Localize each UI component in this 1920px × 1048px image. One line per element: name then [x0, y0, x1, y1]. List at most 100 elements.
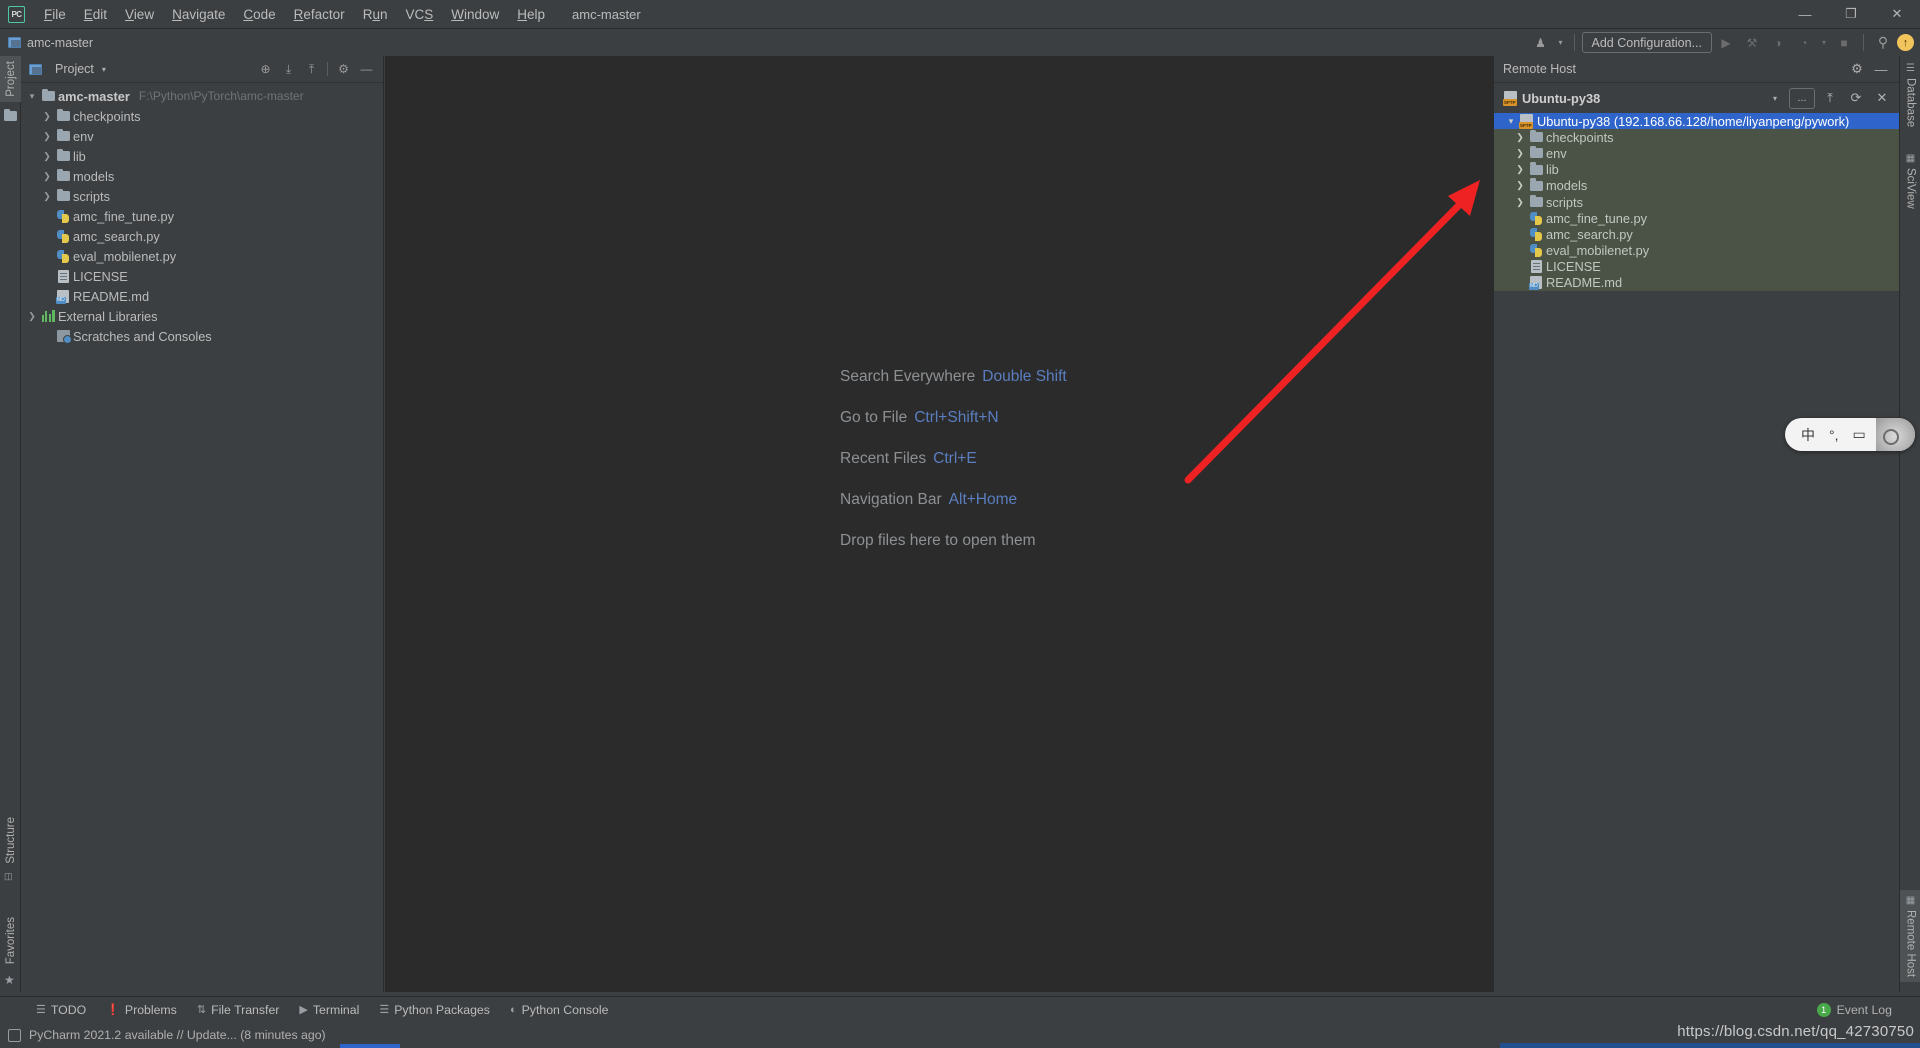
- run-icon[interactable]: ▶: [1714, 32, 1738, 54]
- ime-toolbox-button[interactable]: ▭: [1853, 426, 1866, 443]
- chevron-right-icon[interactable]: ❯: [25, 311, 39, 322]
- ime-punctuation-button[interactable]: °,: [1829, 427, 1839, 443]
- remote-tree-row-amc-fine-tune[interactable]: ❯ amc_fine_tune.py: [1494, 210, 1899, 226]
- remote-tree-row-scripts[interactable]: ❯ scripts: [1494, 194, 1899, 210]
- sidebar-item-remote-host[interactable]: ▦ Remote Host: [1900, 890, 1920, 982]
- tab-python-console[interactable]: ◐ Python Console: [500, 1000, 618, 1020]
- menu-code[interactable]: Code: [234, 3, 284, 26]
- add-configuration-button[interactable]: Add Configuration...: [1582, 32, 1713, 53]
- menu-edit[interactable]: Edit: [75, 3, 116, 26]
- packages-icon: ☰: [379, 1003, 389, 1016]
- close-button[interactable]: ✕: [1874, 0, 1920, 29]
- tab-problems[interactable]: ❗ Problems: [96, 1000, 187, 1020]
- chevron-right-icon[interactable]: ❯: [1513, 132, 1527, 143]
- tree-row-lib[interactable]: ❯ lib: [21, 146, 383, 166]
- tree-row-external-libraries[interactable]: ❯ External Libraries: [21, 306, 383, 326]
- close-icon[interactable]: ✕: [1871, 88, 1893, 109]
- tab-python-packages-label: Python Packages: [394, 1003, 490, 1017]
- remote-tree-row-checkpoints[interactable]: ❯ checkpoints: [1494, 129, 1899, 145]
- event-log-area[interactable]: 1 Event Log: [1817, 1003, 1920, 1017]
- chevron-down-icon[interactable]: ▾: [1765, 94, 1785, 103]
- stop-icon[interactable]: ■: [1832, 32, 1856, 54]
- chevron-right-icon[interactable]: ❯: [40, 111, 54, 122]
- ime-language-button[interactable]: 中: [1801, 425, 1815, 445]
- sidebar-item-database[interactable]: ☰ Database: [1900, 58, 1920, 132]
- remote-tree-row-eval-mobilenet[interactable]: ❯ eval_mobilenet.py: [1494, 243, 1899, 259]
- ime-avatar[interactable]: [1876, 418, 1915, 451]
- remote-tree-row-env[interactable]: ❯ env: [1494, 145, 1899, 161]
- debug-icon[interactable]: ⚒: [1740, 32, 1764, 54]
- ime-floating-toolbar[interactable]: 中 °, ▭: [1785, 418, 1915, 451]
- tree-row-checkpoints[interactable]: ❯ checkpoints: [21, 106, 383, 126]
- tab-todo[interactable]: ☰ TODO: [26, 1000, 96, 1020]
- collapse-all-icon[interactable]: ⤒: [301, 59, 322, 80]
- menu-run[interactable]: Run: [354, 3, 397, 26]
- chevron-expanded-icon[interactable]: ▾: [25, 91, 39, 102]
- remote-tree-row-models[interactable]: ❯ models: [1494, 178, 1899, 194]
- collapse-all-icon[interactable]: ⤒: [1819, 88, 1841, 109]
- tree-row-amc-search[interactable]: ❯ amc_search.py: [21, 226, 383, 246]
- tree-row-readme[interactable]: ❯ README.md: [21, 286, 383, 306]
- refresh-icon[interactable]: ⟳: [1845, 88, 1867, 109]
- search-icon[interactable]: ⚲: [1871, 32, 1895, 54]
- vcs-dropdown-icon[interactable]: ▾: [1555, 32, 1567, 54]
- editor-area[interactable]: Search EverywhereDouble Shift Go to File…: [385, 56, 1493, 992]
- minimize-button[interactable]: —: [1782, 0, 1828, 29]
- status-message[interactable]: PyCharm 2021.2 available // Update... (8…: [29, 1028, 326, 1042]
- python-console-icon: ◐: [510, 1004, 517, 1016]
- menu-refactor[interactable]: Refactor: [285, 3, 354, 26]
- sidebar-item-structure[interactable]: Structure: [0, 812, 21, 869]
- tab-file-transfer[interactable]: ⇅ File Transfer: [187, 1000, 290, 1020]
- remote-tree-row-amc-search[interactable]: ❯ amc_search.py: [1494, 226, 1899, 242]
- profile-dropdown-icon[interactable]: ▾: [1818, 32, 1830, 54]
- chevron-expanded-icon[interactable]: ▾: [1504, 116, 1518, 127]
- menu-vcs[interactable]: VCS: [396, 3, 442, 26]
- menu-navigate[interactable]: Navigate: [163, 3, 234, 26]
- tree-row-scripts[interactable]: ❯ scripts: [21, 186, 383, 206]
- browse-button[interactable]: ...: [1789, 88, 1815, 109]
- settings-gear-icon[interactable]: ⚙: [1846, 59, 1868, 80]
- remote-connection-select[interactable]: Ubuntu-py38: [1522, 91, 1600, 106]
- chevron-right-icon[interactable]: ❯: [40, 151, 54, 162]
- tree-row-scratches[interactable]: ❯ Scratches and Consoles: [21, 326, 383, 346]
- tree-row-amc-fine-tune[interactable]: ❯ amc_fine_tune.py: [21, 206, 383, 226]
- remote-tree-row-root[interactable]: ▾ Ubuntu-py38 (192.168.66.128/home/liyan…: [1494, 113, 1899, 129]
- menu-help[interactable]: Help: [508, 3, 554, 26]
- menu-file[interactable]: File: [35, 3, 75, 26]
- chevron-right-icon[interactable]: ❯: [1513, 164, 1527, 175]
- update-available-icon[interactable]: ↑: [1897, 34, 1914, 51]
- tree-row-eval-mobilenet[interactable]: ❯ eval_mobilenet.py: [21, 246, 383, 266]
- profile-icon[interactable]: ◔: [1792, 32, 1816, 54]
- chevron-right-icon[interactable]: ❯: [40, 171, 54, 182]
- settings-gear-icon[interactable]: ⚙: [333, 59, 354, 80]
- hide-panel-icon[interactable]: —: [356, 59, 377, 80]
- remote-tree-row-readme[interactable]: ❯ README.md: [1494, 275, 1899, 291]
- breadcrumb[interactable]: amc-master: [8, 36, 93, 50]
- tree-row-env[interactable]: ❯ env: [21, 126, 383, 146]
- no-chevron-icon: ❯: [1513, 245, 1527, 256]
- remote-tree-row-license[interactable]: ❯ LICENSE: [1494, 259, 1899, 275]
- hide-panel-icon[interactable]: —: [1870, 59, 1892, 80]
- tab-python-packages[interactable]: ☰ Python Packages: [369, 1000, 500, 1020]
- vcs-user-icon[interactable]: ♟: [1529, 32, 1553, 54]
- coverage-icon[interactable]: ◑: [1766, 32, 1790, 54]
- sidebar-item-favorites[interactable]: Favorites: [0, 912, 21, 969]
- chevron-right-icon[interactable]: ❯: [1513, 148, 1527, 159]
- tree-row-amc-master[interactable]: ▾ amc-master F:\Python\PyTorch\amc-maste…: [21, 86, 383, 106]
- sidebar-item-sciview[interactable]: ▦ SciView: [1900, 148, 1920, 214]
- locate-icon[interactable]: ⊕: [255, 59, 276, 80]
- chevron-right-icon[interactable]: ❯: [40, 191, 54, 202]
- chevron-down-icon[interactable]: ▾: [102, 65, 106, 74]
- menu-window[interactable]: Window: [442, 3, 508, 26]
- tree-row-models[interactable]: ❯ models: [21, 166, 383, 186]
- chevron-right-icon[interactable]: ❯: [1513, 180, 1527, 191]
- chevron-right-icon[interactable]: ❯: [40, 131, 54, 142]
- menu-view[interactable]: View: [116, 3, 163, 26]
- remote-tree-row-lib[interactable]: ❯ lib: [1494, 162, 1899, 178]
- tab-terminal[interactable]: ▶ Terminal: [289, 1000, 369, 1020]
- chevron-right-icon[interactable]: ❯: [1513, 197, 1527, 208]
- expand-all-icon[interactable]: ⤓: [278, 59, 299, 80]
- maximize-button[interactable]: ❐: [1828, 0, 1874, 29]
- sidebar-item-project[interactable]: Project: [0, 56, 21, 102]
- tree-row-license[interactable]: ❯ LICENSE: [21, 266, 383, 286]
